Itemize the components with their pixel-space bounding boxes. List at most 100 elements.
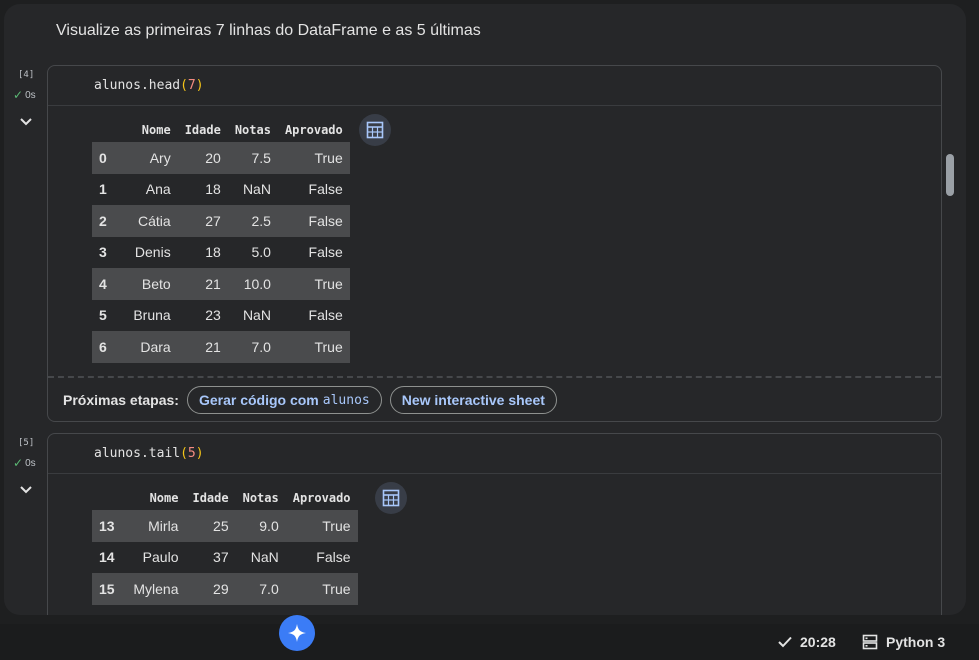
scrollbar-thumb[interactable] (946, 154, 954, 196)
table-cell: True (277, 142, 350, 174)
check-icon: ✓ (13, 456, 24, 470)
table-cell: NaN (242, 181, 271, 198)
row-index: 1 (99, 181, 107, 198)
table-row: 2 Cátia 27 2.5 False (92, 205, 350, 237)
cell-output: Nome Idade Notas Aprovado 0 Ary 20 7.5 T… (48, 106, 941, 363)
table-cell: 9.0 (235, 510, 286, 542)
execution-status: ✓ 0s (13, 456, 36, 470)
code-paren-close: ) (195, 446, 204, 461)
index-header (92, 486, 122, 510)
notebook-panel: Visualize as primeiras 7 linhas do DataF… (4, 4, 966, 615)
column-header: Idade (192, 491, 229, 505)
table-cell: 29 (185, 573, 236, 605)
row-index: 15 (92, 573, 122, 605)
dataframe-table: Nome Idade Notas Aprovado 0 Ary 20 7.5 T… (92, 118, 350, 363)
row-index: 14 (99, 549, 115, 566)
check-icon: ✓ (13, 88, 24, 102)
collapse-output-button[interactable] (18, 114, 34, 130)
table-cell: 7.0 (227, 331, 278, 363)
table-row: 5 Bruna 23 NaN False (92, 300, 350, 332)
runtime-indicator[interactable]: Python 3 (862, 634, 945, 650)
execution-count: [4] (18, 70, 35, 80)
next-steps-bar: Próximas etapas: Gerar código com alunos… (48, 376, 941, 422)
table-cell: False (308, 307, 343, 324)
table-cell: True (277, 331, 350, 363)
code-editor[interactable]: alunos.head(7) (48, 66, 941, 106)
code-paren-open: ( (180, 446, 188, 461)
table-cell: Cátia (113, 205, 178, 237)
runtime-label: Python 3 (886, 634, 946, 650)
table-row: 4 Beto 21 10.0 True (92, 268, 350, 300)
row-index: 2 (92, 205, 114, 237)
chip-variable: alunos (322, 392, 370, 408)
row-index: 5 (99, 307, 107, 324)
execution-status-indicator[interactable]: 20:28 (778, 634, 836, 650)
row-index: 0 (92, 142, 114, 174)
table-cell: 2.5 (227, 205, 278, 237)
convert-to-interactive-table-button[interactable] (359, 114, 391, 146)
table-row: 14 Paulo 37 NaN False (92, 542, 358, 574)
dataframe-table: Nome Idade Notas Aprovado 13 Mirla 25 9.… (92, 486, 358, 605)
table-row: 6 Dara 21 7.0 True (92, 331, 350, 363)
row-index: 4 (92, 268, 114, 300)
chip-label: Gerar código com (198, 392, 319, 408)
table-row: 15 Mylena 29 7.0 True (92, 573, 358, 605)
table-cell: False (308, 181, 343, 198)
code-editor[interactable]: alunos.tail(5) (48, 434, 941, 474)
execution-time: 0s (25, 89, 36, 101)
table-cell: Mylena (121, 573, 186, 605)
execution-count: [5] (18, 438, 35, 448)
table-cell: 10.0 (227, 268, 278, 300)
new-interactive-sheet-chip[interactable]: New interactive sheet (389, 386, 557, 414)
code-paren-open: ( (180, 78, 188, 93)
table-cell: False (277, 205, 350, 237)
table-cell: NaN (250, 549, 279, 566)
execution-status: ✓ 0s (13, 88, 36, 102)
column-header: Notas (242, 491, 279, 505)
table-cell: Mirla (121, 510, 186, 542)
gemini-button[interactable] (279, 615, 315, 651)
table-header-row: Nome Idade Notas Aprovado (92, 486, 358, 510)
table-row: 0 Ary 20 7.5 True (92, 142, 350, 174)
table-cell: Denis (134, 244, 171, 261)
table-row: 13 Mirla 25 9.0 True (92, 510, 358, 542)
table-cell: 23 (205, 307, 221, 324)
table-cell: 20 (177, 142, 228, 174)
table-cell: False (308, 244, 343, 261)
table-cell: 7.0 (235, 573, 286, 605)
code-cell[interactable]: alunos.tail(5) Nome Idade Notas Aprovado… (47, 433, 942, 615)
text-cell-heading: Visualize as primeiras 7 linhas do DataF… (56, 22, 481, 39)
convert-to-interactive-table-button[interactable] (375, 482, 407, 514)
table-cell: 7.5 (227, 142, 278, 174)
execution-time: 0s (25, 457, 36, 469)
table-cell: Dara (113, 331, 178, 363)
code-cell[interactable]: alunos.head(7) Nome Idade Notas Aprovado… (47, 65, 942, 422)
code-object: alunos.tail (94, 446, 181, 461)
table-cell: 21 (177, 331, 228, 363)
row-index: 6 (92, 331, 114, 363)
table-cell: Bruna (133, 307, 171, 324)
table-cell: Paulo (142, 549, 179, 566)
table-row: 3 Denis 18 5.0 False (92, 237, 350, 269)
generate-code-chip[interactable]: Gerar código com alunos (186, 386, 382, 414)
table-cell: 37 (213, 549, 229, 566)
column-header: Aprovado (292, 491, 351, 505)
table-icon (366, 121, 384, 139)
table-cell: 21 (177, 268, 228, 300)
chevron-down-icon (20, 118, 32, 126)
table-cell: 25 (185, 510, 236, 542)
row-index: 3 (99, 244, 107, 261)
table-cell: Ary (113, 142, 178, 174)
table-cell: 27 (177, 205, 228, 237)
chevron-down-icon (20, 486, 32, 494)
table-cell: 18 (205, 181, 221, 198)
table-cell: Beto (113, 268, 178, 300)
table-cell: 5.0 (251, 244, 271, 261)
code-argument: 7 (187, 78, 196, 93)
table-cell: NaN (242, 307, 271, 324)
column-header: Nome (149, 491, 179, 505)
table-header-row: Nome Idade Notas Aprovado (92, 118, 350, 142)
next-steps-label: Próximas etapas: (63, 392, 179, 408)
collapse-output-button[interactable] (18, 482, 34, 498)
index-header (92, 118, 114, 142)
